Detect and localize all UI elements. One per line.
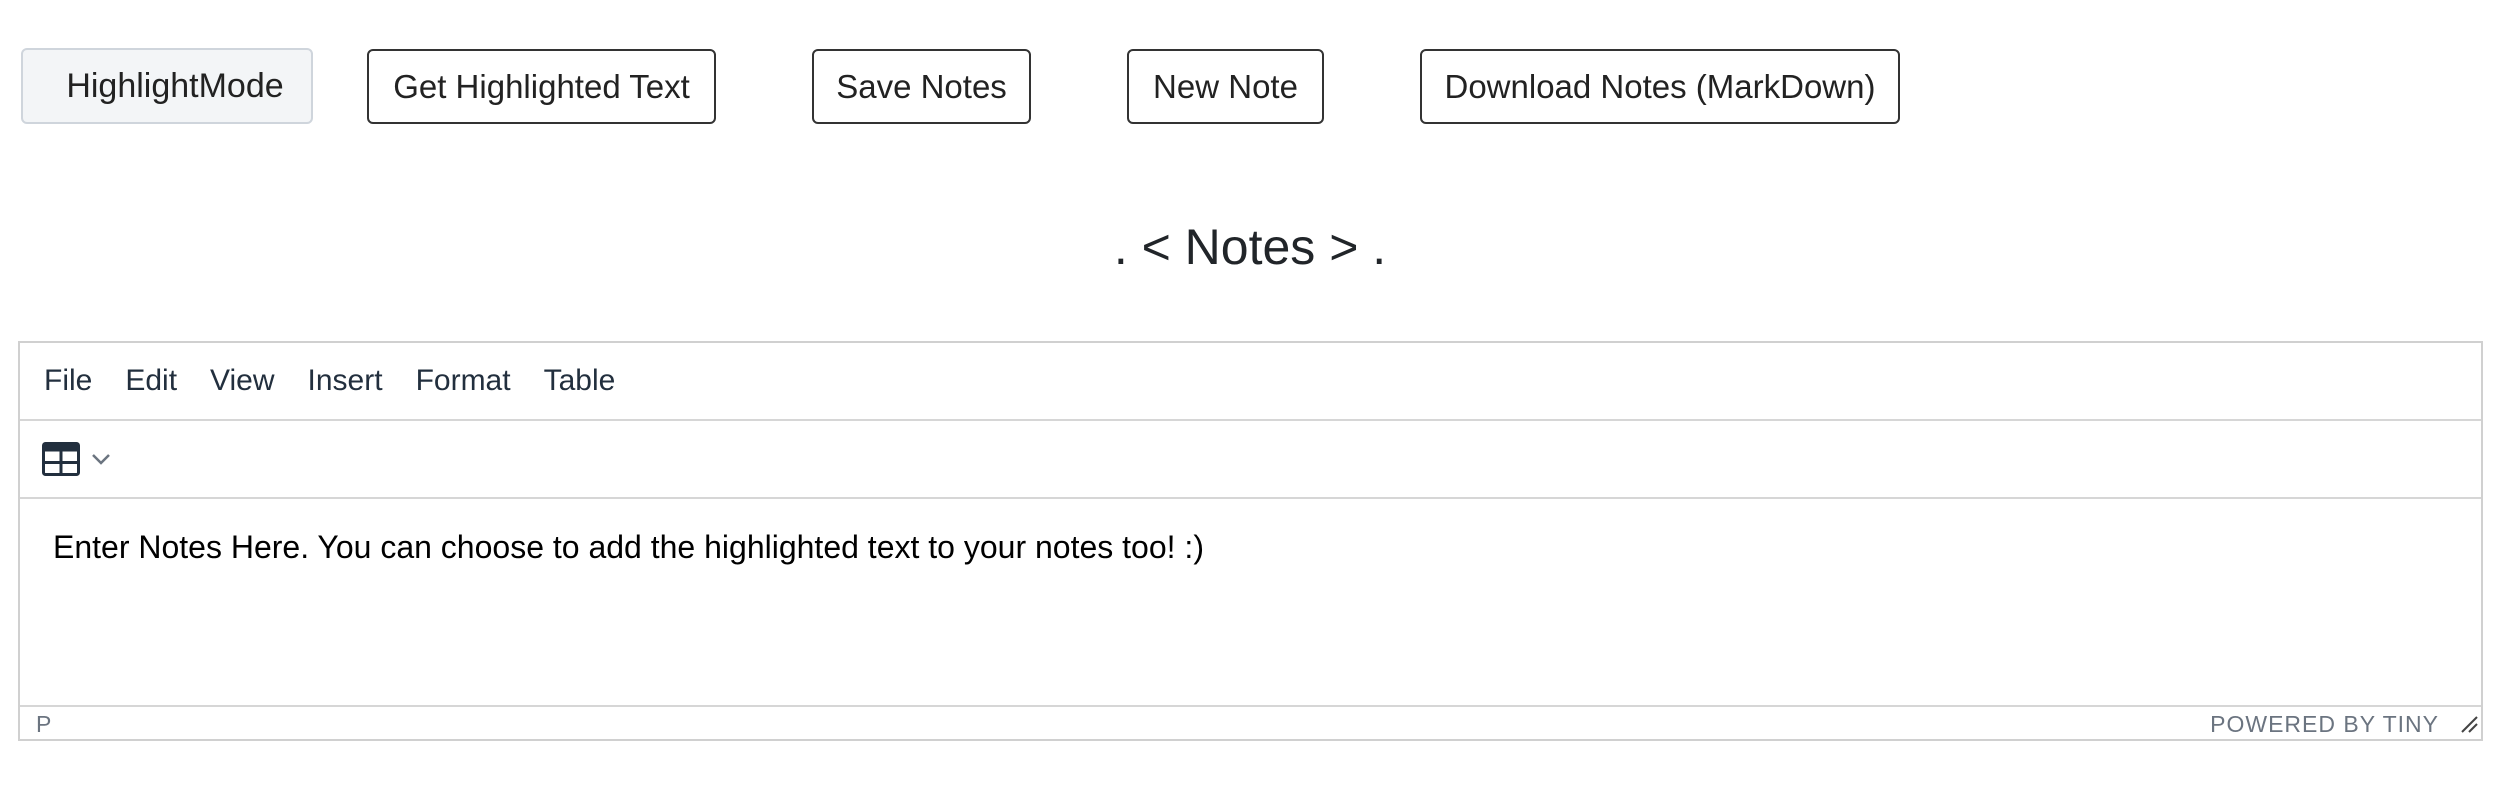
save-notes-button[interactable]: Save Notes (812, 49, 1031, 124)
editor-menubar: File Edit View Insert Format Table (20, 343, 2481, 421)
editor-content[interactable]: Enter Notes Here. You can choose to add … (20, 499, 2481, 705)
menu-view[interactable]: View (210, 364, 274, 398)
resize-handle-icon[interactable] (2459, 714, 2479, 734)
menu-format[interactable]: Format (416, 364, 511, 398)
menu-edit[interactable]: Edit (125, 364, 177, 398)
new-note-button[interactable]: New Note (1127, 49, 1324, 124)
highlight-mode-button[interactable]: HighlightMode (21, 48, 313, 124)
element-path[interactable]: P (36, 711, 51, 738)
editor-toolbar (20, 421, 2481, 499)
menu-table[interactable]: Table (544, 364, 616, 398)
powered-by-link[interactable]: POWERED BY TINY (2210, 711, 2439, 738)
get-highlighted-text-button[interactable]: Get Highlighted Text (367, 49, 716, 124)
chevron-down-icon[interactable] (88, 449, 114, 469)
menu-insert[interactable]: Insert (308, 364, 383, 398)
rich-text-editor: File Edit View Insert Format Table Enter… (18, 341, 2483, 741)
page: HighlightMode Get Highlighted Text Save … (0, 0, 2500, 790)
download-notes-button[interactable]: Download Notes (MarkDown) (1420, 49, 1900, 124)
table-icon (42, 442, 80, 476)
page-title: . < Notes > . (1113, 219, 1387, 275)
editor-statusbar: P POWERED BY TINY (20, 705, 2481, 741)
menu-file[interactable]: File (44, 364, 92, 398)
editor-paragraph[interactable]: Enter Notes Here. You can choose to add … (53, 529, 2481, 566)
insert-table-button[interactable] (42, 442, 114, 476)
